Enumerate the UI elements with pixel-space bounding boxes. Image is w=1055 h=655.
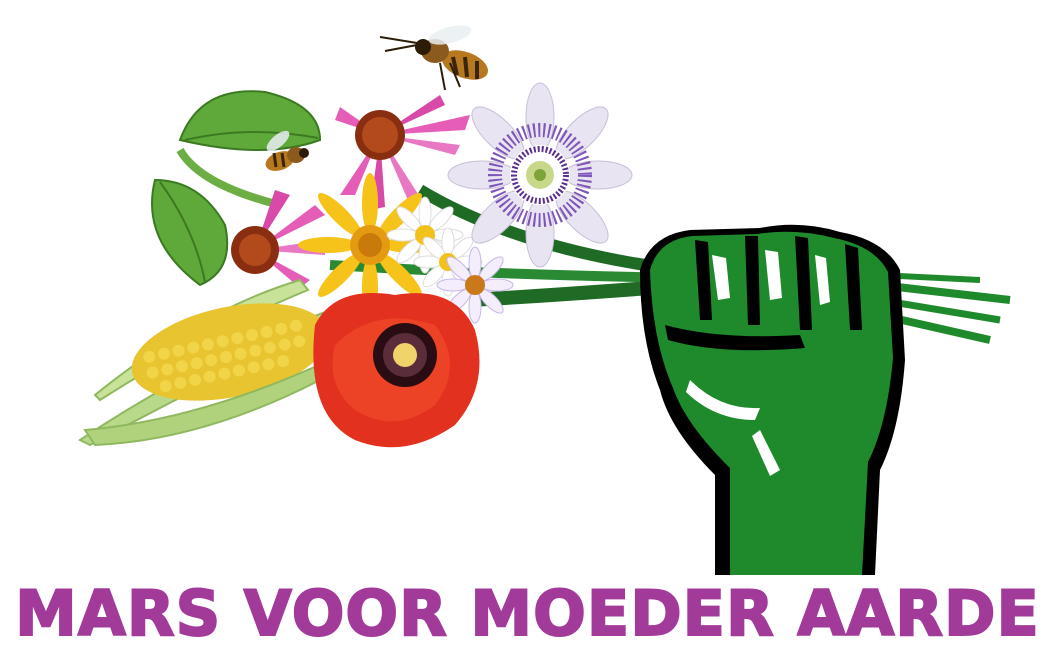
raised-fist-icon [640,224,905,575]
passionflower-icon [447,82,633,268]
bouquet-illustration [78,25,1011,575]
poppy-icon [313,293,480,448]
bee-icon [379,25,488,91]
corn-icon [78,278,342,447]
march-title: MARS VOOR MOEDER AARDE [14,576,1040,651]
